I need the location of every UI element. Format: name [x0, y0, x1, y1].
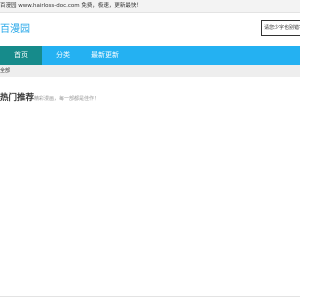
nav-item-home[interactable]: 首页	[0, 46, 42, 65]
main-nav: 首页 分类 最新更新	[0, 46, 300, 65]
breadcrumb: 全部	[0, 65, 300, 77]
nav-item-categories[interactable]: 分类	[52, 46, 74, 65]
site-header: 百漫园 请您少字也别错字	[0, 13, 300, 46]
hot-recommendations-section: 热门推荐 精彩漫画，每一部都是佳作！	[0, 77, 300, 300]
page: 百漫园 www.hairloss-doc.com 免费，极速，更新最快！ 百漫园…	[0, 0, 300, 300]
nav-item-latest-updates[interactable]: 最新更新	[87, 46, 123, 65]
search-input[interactable]: 请您少字也别错字	[261, 20, 300, 36]
section-title: 热门推荐	[0, 93, 35, 103]
section-subtitle: 精彩漫画，每一部都是佳作！	[34, 96, 100, 102]
site-topbar: 百漫园 www.hairloss-doc.com 免费，极速，更新最快！	[0, 0, 300, 13]
bottom-divider	[0, 296, 300, 297]
site-logo[interactable]: 百漫园	[0, 23, 30, 37]
topbar-text: 百漫园 www.hairloss-doc.com 免费，极速，更新最快！	[0, 3, 142, 9]
breadcrumb-all[interactable]: 全部	[0, 66, 10, 76]
